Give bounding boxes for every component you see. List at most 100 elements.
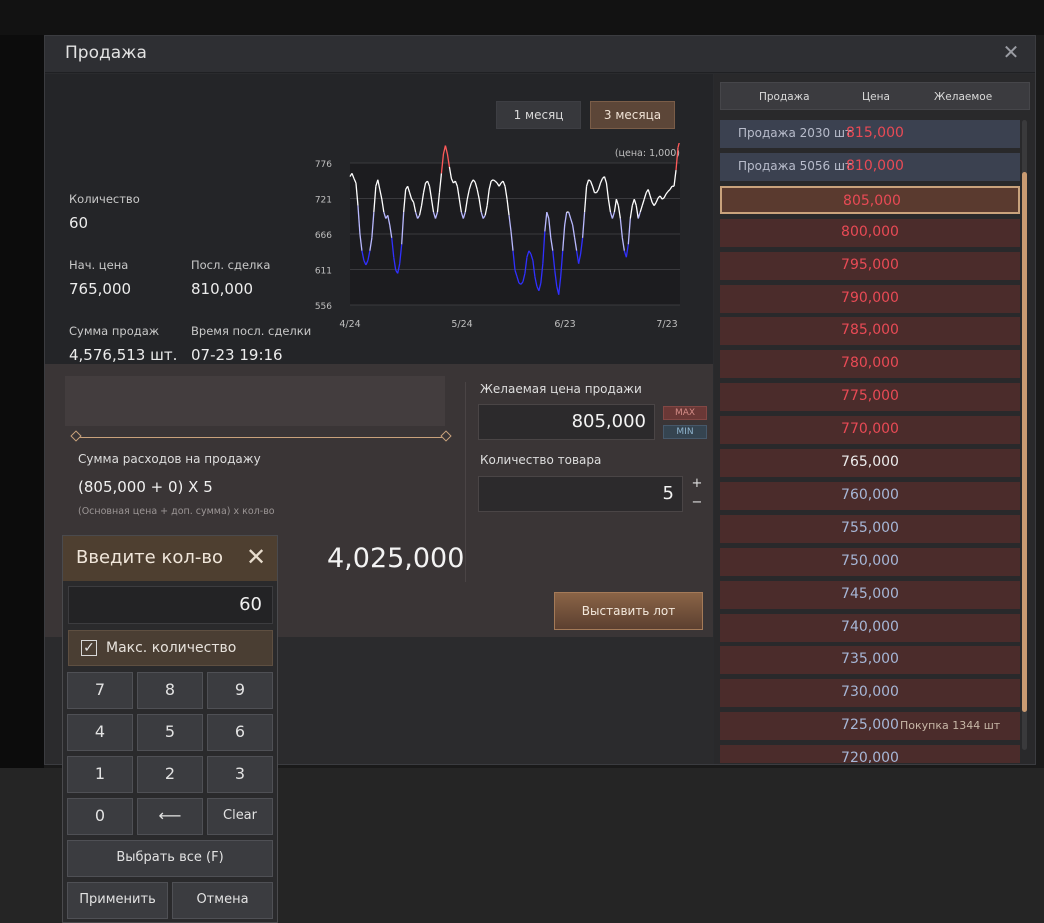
price-row[interactable]: 790,000 (720, 284, 1020, 313)
row-sell-info: Продажа 2030 шт (738, 126, 852, 140)
quantity-field-label: Количество товара (480, 453, 602, 467)
scrollbar-thumb[interactable] (1022, 172, 1027, 712)
clear-key[interactable]: Clear (207, 798, 273, 835)
close-icon[interactable]: ✕ (1001, 42, 1021, 62)
x-tick-label: 5/24 (451, 319, 472, 330)
tab-one-month[interactable]: 1 месяц (496, 101, 581, 129)
last-deal-label: Посл. сделка (191, 258, 271, 272)
key-1[interactable]: 1 (67, 756, 133, 793)
apply-button[interactable]: Применить (67, 882, 168, 919)
price-row[interactable]: 725,000 Покупка 1344 шт (720, 712, 1020, 741)
max-button[interactable]: MAX (663, 406, 707, 420)
y-tick-label: 666 (315, 231, 332, 241)
start-price-label: Нач. цена (69, 258, 129, 272)
key-7[interactable]: 7 (67, 672, 133, 709)
sales-sum-label: Сумма продаж (69, 324, 160, 338)
header-desired: Желаемое (934, 91, 993, 103)
price-row[interactable]: 775,000 (720, 383, 1020, 412)
price-row[interactable]: 755,000 (720, 514, 1020, 543)
row-buy-info: Покупка 1344 шт (900, 719, 1001, 733)
cancel-button[interactable]: Отмена (172, 882, 273, 919)
start-price-value: 765,000 (69, 280, 132, 298)
row-price: 785,000 (841, 322, 899, 339)
minus-icon[interactable]: − (690, 496, 704, 510)
numpad-title: Введите кол-во (76, 547, 223, 568)
price-row[interactable]: Продажа 5056 шт 810,000 (720, 152, 1020, 181)
key-2[interactable]: 2 (137, 756, 203, 793)
key-6[interactable]: 6 (207, 714, 273, 751)
total-amount: 4,025,000 (327, 543, 465, 574)
quantity-input[interactable]: 5 (478, 476, 683, 512)
numpad-display[interactable]: 60 (68, 586, 273, 624)
price-row[interactable]: 750,000 (720, 547, 1020, 576)
slider-right-handle[interactable] (440, 430, 452, 442)
y-tick-label: 611 (315, 267, 332, 277)
title-bar: Продажа ✕ (45, 36, 1035, 73)
price-row[interactable]: 795,000 (720, 251, 1020, 280)
row-sell-info: Продажа 5056 шт (738, 158, 852, 173)
y-tick-label: 721 (315, 196, 332, 206)
last-deal-value: 810,000 (191, 280, 254, 298)
price-row[interactable]: 760,000 (720, 481, 1020, 510)
y-tick-label: 556 (315, 302, 332, 312)
key-4[interactable]: 4 (67, 714, 133, 751)
divider (465, 382, 466, 582)
price-chart-svg: 776 721 666 611 556 4/24 5/24 6/23 7/23 (цена: 1,… (315, 143, 680, 330)
key-5[interactable]: 5 (137, 714, 203, 751)
key-8[interactable]: 8 (137, 672, 203, 709)
key-3[interactable]: 3 (207, 756, 273, 793)
plus-icon[interactable]: + (690, 477, 704, 491)
row-price: 815,000 (846, 125, 904, 141)
slider-left-handle[interactable] (70, 430, 82, 442)
top-bar (0, 0, 1044, 35)
background-strip (0, 35, 44, 768)
last-deal-time-label: Время посл. сделки (191, 324, 312, 338)
row-price: 780,000 (841, 355, 899, 372)
key-9[interactable]: 9 (207, 672, 273, 709)
header-sell: Продажа (759, 91, 810, 103)
price-row[interactable]: 770,000 (720, 416, 1020, 445)
key-0[interactable]: 0 (67, 798, 133, 835)
row-price: 730,000 (841, 684, 899, 701)
min-button[interactable]: MIN (663, 425, 707, 439)
close-icon[interactable]: ✕ (245, 545, 267, 569)
place-lot-button[interactable]: Выставить лот (554, 592, 703, 630)
row-price: 745,000 (841, 585, 899, 602)
price-row[interactable]: 805,000 (720, 185, 1020, 214)
series-segment (677, 143, 680, 148)
row-price: 765,000 (841, 454, 899, 470)
numpad-header: Введите кол-во ✕ (63, 536, 277, 581)
price-row[interactable]: 735,000 (720, 646, 1020, 675)
row-price: 750,000 (841, 552, 899, 569)
window-title: Продажа (65, 43, 147, 63)
quantity-label: Количество (69, 192, 140, 206)
tab-three-months[interactable]: 3 месяца (590, 101, 675, 129)
price-input[interactable]: 805,000 (478, 404, 655, 440)
price-row[interactable]: 785,000 (720, 317, 1020, 346)
price-slider-track[interactable] (75, 437, 445, 438)
row-price: 760,000 (841, 486, 899, 503)
row-price: 775,000 (841, 388, 899, 405)
price-row[interactable]: 780,000 (720, 350, 1020, 379)
price-row[interactable]: 730,000 (720, 679, 1020, 708)
backspace-key[interactable]: ⟵ (137, 798, 203, 835)
quantity-value: 60 (69, 214, 89, 232)
price-field-label: Желаемая цена продажи (480, 382, 642, 396)
price-chart: 776 721 666 611 556 4/24 5/24 6/23 7/23 (цена: 1,… (307, 143, 717, 373)
price-list-panel: Продажа Цена Желаемое Продажа 2030 шт 815… (714, 74, 1035, 764)
price-row[interactable]: 800,000 (720, 218, 1020, 247)
price-row[interactable]: 745,000 (720, 580, 1020, 609)
price-range-area (65, 376, 445, 426)
max-quantity-checkbox-row[interactable]: ✓ Макс. количество (68, 630, 273, 666)
price-row[interactable]: 765,000 (720, 449, 1020, 477)
sales-sum-value: 4,576,513 шт. (69, 346, 178, 364)
chart-unit-note: (цена: 1,000) (615, 148, 680, 159)
price-row[interactable]: 740,000 (720, 613, 1020, 642)
price-row[interactable]: Продажа 2030 шт 815,000 (720, 120, 1020, 148)
y-tick-label: 776 (315, 160, 332, 170)
row-price: 755,000 (841, 519, 899, 536)
price-row[interactable]: 720,000 (720, 745, 1020, 764)
row-price: 810,000 (846, 157, 904, 174)
checkbox-checked-icon[interactable]: ✓ (81, 640, 97, 656)
select-all-button[interactable]: Выбрать все (F) (67, 840, 273, 877)
